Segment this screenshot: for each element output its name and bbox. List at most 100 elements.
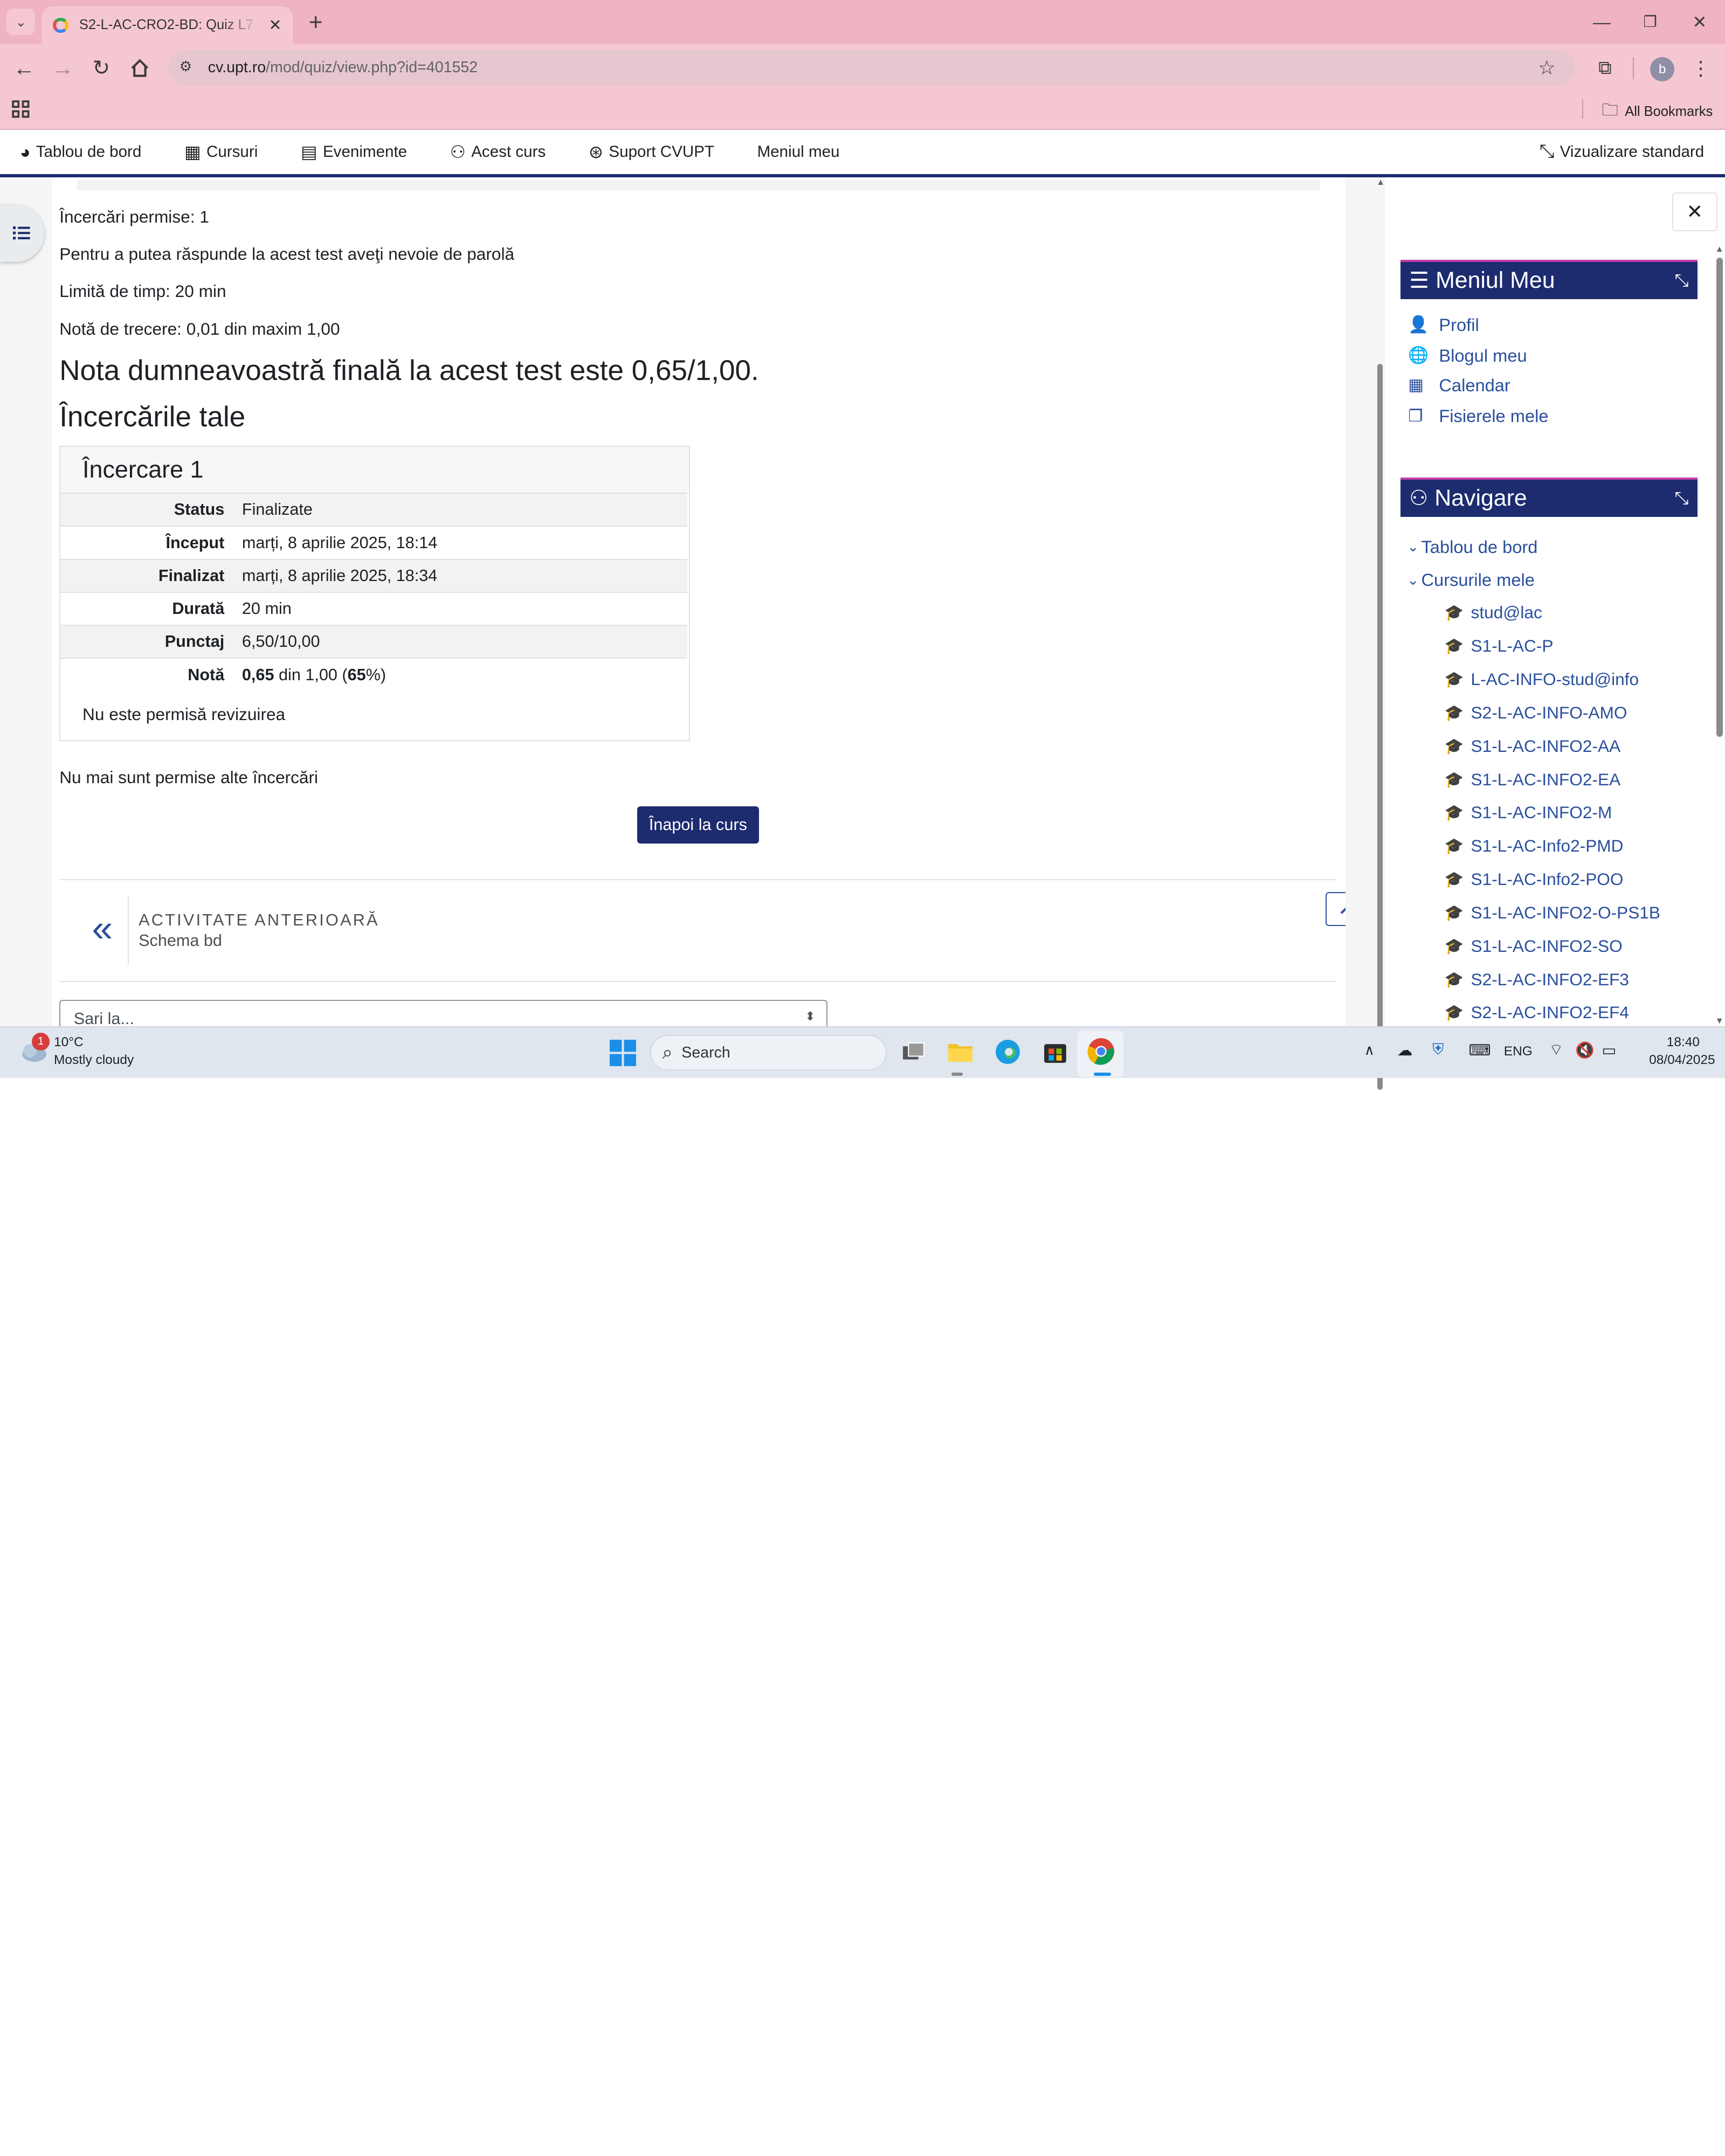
my-menu-files[interactable]: ❐ Fisierele mele: [1408, 406, 1548, 426]
course-link[interactable]: 🎓 S2-L-AC-INFO-AMO: [1445, 703, 1627, 723]
taskbar-search-label: Search: [681, 1044, 730, 1061]
clock-date[interactable]: 08/04/2025: [1649, 1053, 1715, 1068]
course-link[interactable]: 🎓 S1-L-AC-Info2-PMD: [1445, 836, 1624, 856]
course-link[interactable]: 🎓 S2-L-AC-INFO2-EF4: [1445, 1003, 1629, 1022]
browser-menu-icon[interactable]: ⋮: [1689, 55, 1713, 81]
nav-tree-dashboard[interactable]: ⌄ Tablou de bord: [1407, 537, 1537, 557]
defender-icon[interactable]: ⛨: [1432, 1041, 1444, 1059]
onedrive-icon[interactable]: ☁: [1397, 1041, 1413, 1060]
url-path: /mod/quiz/view.php?id=401552: [266, 59, 478, 76]
attempt-row: Finalizat marți, 8 aprilie 2025, 18:34: [60, 558, 688, 592]
profile-avatar[interactable]: b: [1650, 57, 1675, 81]
sitemap-icon: ⚇: [1409, 486, 1429, 510]
course-link[interactable]: 🎓 S1-L-AC-INFO2-AA: [1445, 736, 1621, 756]
collapse-block-icon[interactable]: ⤡: [1675, 488, 1689, 509]
store-icon[interactable]: [1039, 1035, 1072, 1068]
course-link-label: S1-L-AC-Info2-POO: [1471, 869, 1624, 889]
nav-courses-label: Cursuri: [206, 142, 258, 161]
course-link[interactable]: 🎓 S1-L-AC-INFO2-EA: [1445, 770, 1621, 790]
course-link[interactable]: 🎓 S2-L-AC-INFO2-EF3: [1445, 970, 1629, 990]
language-indicator[interactable]: ENG: [1504, 1044, 1533, 1059]
back-icon[interactable]: ←: [11, 55, 37, 81]
nav-support[interactable]: ⊛ Suport CVUPT: [589, 142, 714, 162]
bookmark-star-icon[interactable]: ☆: [1538, 56, 1556, 79]
course-link-label: S2-L-AC-INFO2-EF4: [1471, 1003, 1629, 1022]
list-icon: [13, 226, 31, 240]
dashboard-icon: ◕: [19, 141, 31, 162]
wifi-icon[interactable]: ⌔: [1549, 1041, 1563, 1060]
clock-time[interactable]: 18:40: [1667, 1035, 1700, 1050]
select-arrows-icon: ⬍: [805, 1010, 816, 1024]
attempt-row-label: Notă: [60, 658, 233, 692]
file-explorer-icon[interactable]: [944, 1035, 977, 1068]
jump-to-select[interactable]: Sari la... ⬍: [59, 1000, 827, 1027]
main-scrollbar[interactable]: ▲: [1375, 177, 1385, 1090]
course-link[interactable]: 🎓 S1-L-AC-INFO2-O-PS1B: [1445, 903, 1660, 923]
restore-icon[interactable]: ❐: [1637, 9, 1664, 35]
graduation-cap-icon: 🎓: [1444, 871, 1464, 889]
my-menu-profile[interactable]: 👤 Profil: [1408, 315, 1479, 335]
weather-desc: Mostly cloudy: [53, 1053, 134, 1068]
volume-muted-icon[interactable]: 🔇: [1575, 1041, 1595, 1060]
attempt-row-value: marți, 8 aprilie 2025, 18:14: [233, 526, 688, 559]
home-icon[interactable]: [127, 55, 153, 81]
reload-icon[interactable]: ↻: [88, 55, 114, 81]
forward-icon[interactable]: →: [50, 55, 76, 81]
my-menu-profile-label: Profil: [1439, 314, 1479, 335]
collapse-block-icon[interactable]: ⤡: [1675, 270, 1689, 291]
show-hidden-icons[interactable]: ∧: [1364, 1042, 1375, 1059]
close-drawer-button[interactable]: ✕: [1672, 192, 1717, 231]
attempt-row: Status Finalizate: [60, 493, 688, 527]
new-tab-icon[interactable]: +: [303, 8, 328, 36]
course-link-label: S1-L-AC-INFO2-SO: [1471, 936, 1623, 956]
course-link[interactable]: 🎓 S1-L-AC-INFO2-SO: [1445, 936, 1623, 956]
minimize-icon[interactable]: —: [1589, 9, 1615, 35]
nav-dashboard[interactable]: ◕ Tablou de bord: [20, 142, 142, 162]
compress-icon: ⤡: [1539, 141, 1555, 162]
taskbar-search-box[interactable]: ⌕ Search: [650, 1035, 887, 1070]
tab-search-chevron-icon[interactable]: ⌄: [6, 9, 36, 36]
course-link[interactable]: 🎓 S1-L-AC-P: [1445, 636, 1554, 656]
nav-my-menu[interactable]: Meniul meu: [757, 143, 840, 161]
all-bookmarks-label: All Bookmarks: [1625, 104, 1713, 120]
bookmarks-bar: [0, 90, 1725, 130]
back-to-course-button[interactable]: Înapoi la curs: [637, 806, 760, 844]
chevron-down-icon: ⌄: [1407, 571, 1419, 588]
drawer-scrollbar[interactable]: ▲ ▼: [1714, 244, 1725, 1026]
grade-end: %): [365, 665, 387, 684]
nav-tree-my-courses[interactable]: ⌄ Cursurile mele: [1407, 570, 1535, 590]
course-link[interactable]: 🎓 stud@lac: [1445, 603, 1542, 623]
edge-browser-icon[interactable]: [991, 1035, 1024, 1068]
chrome-icon[interactable]: [1085, 1035, 1117, 1068]
window-close-icon[interactable]: ✕: [1687, 9, 1713, 35]
lifering-icon: ⊛: [588, 141, 604, 162]
apps-grid-icon[interactable]: [11, 99, 31, 123]
task-view-icon[interactable]: [898, 1035, 930, 1068]
keyboard-icon[interactable]: ⌨: [1468, 1041, 1491, 1060]
address-bar[interactable]: ⚙ cv.upt.ro/mod/quiz/view.php?id=401552 …: [168, 49, 1576, 86]
my-menu-calendar[interactable]: ▦ Calendar: [1408, 375, 1510, 396]
left-drawer-strip: [0, 177, 52, 1027]
site-info-icon[interactable]: ⚙: [180, 58, 192, 75]
graduation-cap-icon: 🎓: [1444, 638, 1464, 655]
graduation-cap-icon: 🎓: [1444, 671, 1464, 689]
all-bookmarks-button[interactable]: 🗀 All Bookmarks: [1602, 98, 1713, 126]
attempts-allowed: Încercări permise: 1: [59, 206, 209, 226]
nav-tree-dashboard-label: Tablou de bord: [1421, 536, 1538, 557]
standard-view-toggle[interactable]: ⤡ Vizualizare standard: [1540, 141, 1704, 162]
nav-this-course[interactable]: ⚇ Acest curs: [450, 142, 546, 162]
my-menu-blog[interactable]: 🌐 Blogul meu: [1408, 345, 1527, 366]
extensions-icon[interactable]: ⧉: [1592, 55, 1618, 81]
course-link[interactable]: 🎓 S1-L-AC-Info2-POO: [1445, 869, 1624, 889]
nav-events[interactable]: ▤ Evenimente: [301, 142, 407, 162]
course-link-label: S1-L-AC-INFO2-O-PS1B: [1471, 902, 1660, 922]
nav-courses[interactable]: ▦ Cursuri: [184, 142, 258, 162]
graduation-cap-icon: 🎓: [1444, 971, 1464, 989]
course-link[interactable]: 🎓 S1-L-AC-INFO2-M: [1445, 803, 1612, 823]
windows-start-icon[interactable]: [609, 1039, 636, 1070]
battery-icon[interactable]: ▭: [1602, 1041, 1616, 1060]
course-link[interactable]: 🎓 L-AC-INFO-stud@info: [1445, 669, 1639, 689]
tab-close-icon[interactable]: ✕: [269, 16, 282, 34]
browser-tab-active[interactable]: S2-L-AC-CRO2-BD: Quiz L7 (Set ✕: [42, 6, 293, 44]
prev-activity-link[interactable]: « ACTIVITATE ANTERIOARĂ Schema bd: [77, 896, 388, 965]
